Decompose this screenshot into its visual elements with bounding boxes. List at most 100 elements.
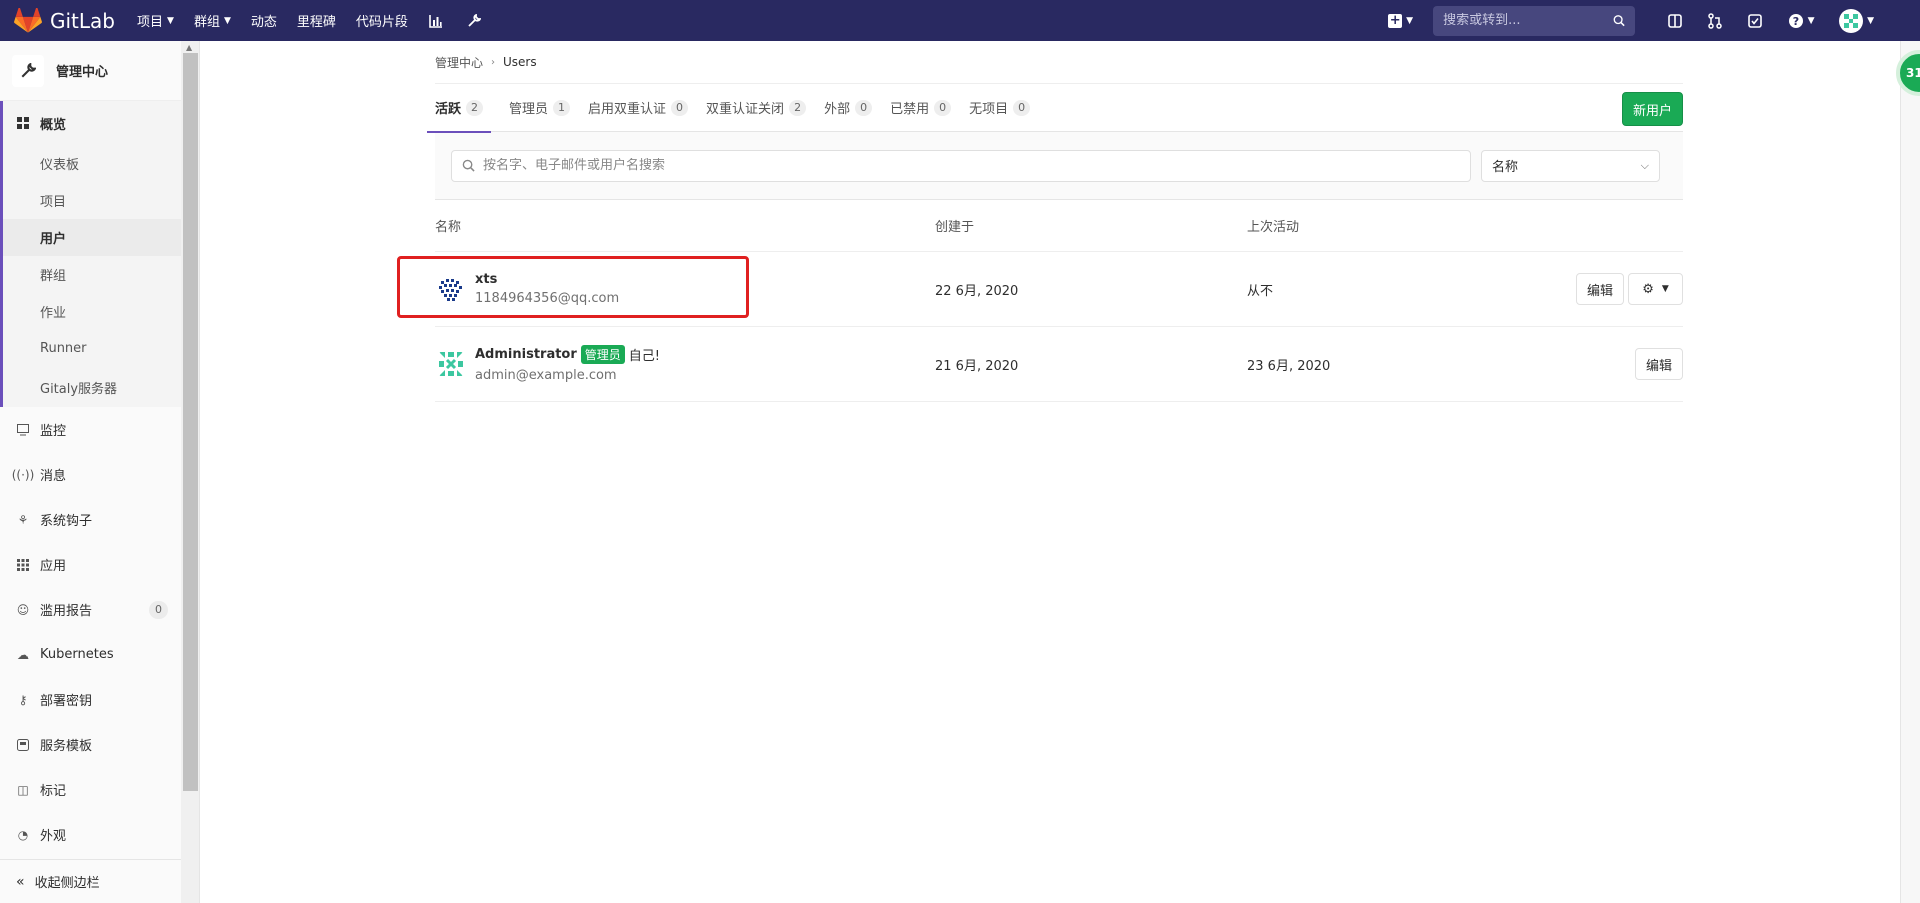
table-row: Administrator 管理员 自己! admin@example.com …	[435, 327, 1683, 402]
chevron-down-icon: ▼	[1406, 15, 1414, 26]
sidebar-item-messages[interactable]: ((·)) 消息	[0, 452, 182, 497]
user-avatar[interactable]	[435, 348, 467, 380]
sidebar-sub-jobs[interactable]: 作业	[3, 293, 182, 330]
grid-icon	[16, 116, 30, 130]
sidebar-item-deploy-keys[interactable]: ⚷ 部署密钥	[0, 677, 182, 722]
plus-square-icon: +	[1388, 12, 1403, 28]
nav-activity[interactable]: 动态	[251, 11, 277, 30]
tab-blocked[interactable]: 已禁用 0	[890, 84, 952, 132]
user-email: admin@example.com	[475, 368, 617, 383]
monitor-icon	[16, 423, 30, 437]
tab-count: 1	[553, 99, 571, 116]
highlight-box	[397, 256, 749, 318]
gitlab-tanuki-icon	[14, 7, 42, 33]
todo-check-icon[interactable]	[1746, 12, 1764, 30]
chevron-right-icon: ›	[491, 56, 496, 68]
chevron-down-icon: ▼	[167, 15, 174, 26]
filter-bar: 名称 ⌵	[435, 132, 1683, 200]
sidebar-sub-users[interactable]: 用户	[3, 219, 182, 256]
nav-milestones[interactable]: 里程碑	[297, 11, 336, 30]
tab-admins[interactable]: 管理员 1	[509, 84, 571, 132]
sidebar-item-abuse-reports[interactable]: ☺ 滥用报告 0	[0, 587, 182, 632]
help-icon[interactable]: ? ▼	[1786, 12, 1816, 30]
double-chevron-left-icon: «	[16, 873, 25, 890]
sidebar-panel-icon[interactable]	[1666, 12, 1684, 30]
sidebar-item-overview[interactable]: 概览	[3, 101, 182, 145]
tab-2fa-disabled[interactable]: 双重认证关闭 2	[706, 84, 807, 132]
tab-count: 0	[855, 99, 873, 116]
sidebar-sub-projects[interactable]: 项目	[3, 182, 182, 219]
search-input[interactable]	[1443, 13, 1614, 28]
chevron-down-icon: ⌵	[1640, 158, 1649, 172]
sidebar-scrollbar[interactable]: ▲	[181, 41, 199, 903]
breadcrumb: 管理中心 › Users	[435, 41, 1683, 84]
sidebar-sub-groups[interactable]: 群组	[3, 256, 182, 293]
wrench-icon[interactable]	[466, 13, 482, 29]
overview-group: 概览 仪表板 项目 用户 群组 作业 Runner Gitaly服务器	[0, 101, 182, 407]
user-settings-dropdown[interactable]: ⚙ ▼	[1628, 273, 1683, 305]
admin-wrench-icon	[12, 54, 44, 87]
gitlab-logo[interactable]: GitLab	[14, 7, 115, 34]
label-icon: ◫	[17, 782, 29, 797]
breadcrumb-parent[interactable]: 管理中心	[435, 54, 483, 71]
cloud-icon: ☁	[17, 647, 29, 662]
emoji-icon: ☺	[16, 602, 30, 617]
sort-dropdown[interactable]: 名称 ⌵	[1481, 149, 1660, 182]
self-label: 自己!	[628, 349, 661, 364]
edit-button[interactable]: 编辑	[1634, 348, 1683, 380]
sidebar-header[interactable]: 管理中心	[0, 41, 182, 101]
last-activity: 从不	[1247, 283, 1274, 299]
sidebar-item-monitoring[interactable]: 监控	[0, 407, 182, 452]
gear-icon: ⚙	[1642, 281, 1654, 297]
tab-2fa-enabled[interactable]: 启用双重认证 0	[588, 84, 689, 132]
table-row: xts 1184964356@qq.com 22 6月, 2020 从不 编辑 …	[397, 252, 1683, 327]
sidebar-item-service-templates[interactable]: 服务模板	[0, 722, 182, 767]
apps-icon	[16, 558, 30, 572]
search-icon	[462, 159, 475, 172]
scrollbar-thumb[interactable]	[183, 53, 198, 791]
broadcast-icon: ((·))	[11, 467, 35, 482]
template-icon	[16, 738, 30, 752]
nav-groups[interactable]: 群组 ▼	[194, 11, 231, 30]
sidebar-item-labels[interactable]: ◫ 标记	[0, 767, 182, 812]
table-header: 名称 创建于 上次活动	[435, 200, 1683, 252]
sort-value: 名称	[1492, 160, 1519, 175]
sidebar-sub-dashboard[interactable]: 仪表板	[3, 145, 182, 182]
sidebar-item-applications[interactable]: 应用	[0, 542, 182, 587]
sidebar-sub-runner[interactable]: Runner	[3, 330, 182, 367]
top-navbar: GitLab 项目 ▼ 群组 ▼ 动态 里程碑 代码片段 + ▼ 搜索或转到..…	[0, 0, 1920, 41]
tab-count: 2	[466, 99, 484, 116]
user-search-box[interactable]	[451, 149, 1471, 182]
collapse-sidebar-button[interactable]: « 收起侧边栏	[0, 859, 182, 903]
merge-request-icon[interactable]	[1706, 12, 1724, 30]
user-avatar[interactable]	[1839, 8, 1864, 33]
new-dropdown[interactable]: + ▼	[1388, 12, 1414, 28]
tab-count: 0	[671, 99, 689, 116]
tab-active[interactable]: 活跃 2	[427, 84, 492, 133]
search-icon	[1613, 15, 1625, 27]
chevron-down-icon: ▼	[1867, 15, 1874, 26]
user-search-input[interactable]	[483, 158, 1470, 173]
right-scrollbar[interactable]	[1900, 41, 1920, 903]
new-user-button[interactable]: 新用户	[1621, 92, 1683, 126]
brand-name: GitLab	[50, 8, 115, 33]
sidebar-item-appearance[interactable]: ◔ 外观	[0, 812, 182, 857]
created-at: 21 6月, 2020	[935, 358, 1019, 374]
user-name[interactable]: Administrator	[475, 347, 577, 362]
tab-external[interactable]: 外部 0	[824, 84, 873, 132]
edit-button[interactable]: 编辑	[1575, 273, 1624, 305]
sidebar-item-hooks[interactable]: ⚘ 系统钩子	[0, 497, 182, 542]
tab-without-projects[interactable]: 无项目 0	[969, 84, 1031, 132]
breadcrumb-current[interactable]: Users	[503, 55, 537, 69]
search-box[interactable]	[1433, 5, 1636, 36]
abuse-count-badge: 0	[149, 600, 168, 619]
header-created: 创建于	[935, 220, 975, 235]
sidebar-item-kubernetes[interactable]: ☁ Kubernetes	[0, 632, 182, 677]
hook-icon: ⚘	[17, 512, 29, 527]
header-last-activity: 上次活动	[1247, 220, 1300, 235]
chart-icon[interactable]	[428, 13, 444, 29]
nav-snippets[interactable]: 代码片段	[356, 11, 408, 30]
nav-projects[interactable]: 项目 ▼	[137, 11, 174, 30]
sidebar-sub-gitaly[interactable]: Gitaly服务器	[3, 367, 182, 407]
tab-count: 2	[789, 99, 807, 116]
